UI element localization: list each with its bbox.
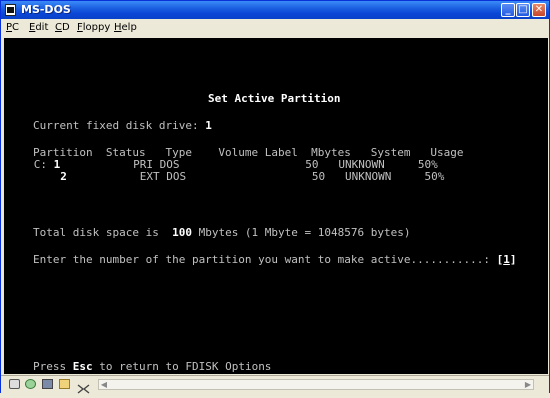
maximize-button[interactable]: □ xyxy=(516,3,530,17)
current-drive-line: Current fixed disk drive: 1 xyxy=(33,120,212,132)
total-space-value: 100 xyxy=(172,226,192,239)
partition-prompt: Enter the number of the partition you wa… xyxy=(33,253,497,266)
app-window: MS-DOS _ □ ✕ PC Edit CD Floppy Help Set … xyxy=(0,0,550,394)
footer-suffix: to return to FDISK Options xyxy=(92,360,272,373)
total-prefix: Total disk space is xyxy=(33,226,173,239)
menu-cd[interactable]: CD xyxy=(55,22,70,33)
floppy-icon[interactable] xyxy=(42,379,53,389)
current-drive-label: Current fixed disk drive: xyxy=(33,119,199,132)
menu-pc[interactable]: PC xyxy=(6,22,19,33)
minimize-button[interactable]: _ xyxy=(501,3,515,17)
msdos-app-icon[interactable] xyxy=(5,4,16,16)
total-suffix: Mbytes (1 Mbyte = 1048576 bytes) xyxy=(191,226,411,239)
scroll-left-arrow[interactable]: ◀ xyxy=(99,380,109,389)
horizontal-scrollbar[interactable]: ◀ ▶ xyxy=(98,379,534,390)
scroll-right-arrow[interactable]: ▶ xyxy=(523,380,533,389)
screen-heading: Set Active Partition xyxy=(208,92,341,105)
partition-number: 2 xyxy=(60,170,67,183)
settings-icon[interactable] xyxy=(77,379,90,394)
current-drive-value: 1 xyxy=(205,119,212,132)
esc-key-label: Esc xyxy=(72,360,93,373)
input-close-bracket: ] xyxy=(509,253,517,266)
footer-hint: Press Esc to return to FDISK Options xyxy=(33,361,271,373)
close-button[interactable]: ✕ xyxy=(532,3,546,17)
partition-prompt-line: Enter the number of the partition you wa… xyxy=(33,254,516,266)
total-disk-space-line: Total disk space is 100 Mbytes (1 Mbyte … xyxy=(33,227,411,239)
folder-icon[interactable] xyxy=(59,379,70,389)
menu-help[interactable]: Help xyxy=(114,22,137,33)
title-bar[interactable]: MS-DOS _ □ ✕ xyxy=(1,1,549,19)
partition-input[interactable]: 1 xyxy=(503,253,510,266)
partition-drive-letter: C: xyxy=(33,158,47,171)
cd-icon[interactable] xyxy=(25,379,36,389)
partition-details: EXT DOS 50 UNKNOWN 50% xyxy=(66,170,445,183)
menu-bar: PC Edit CD Floppy Help xyxy=(1,20,549,36)
dos-console[interactable]: Set Active Partition Current fixed disk … xyxy=(4,38,548,374)
menu-edit[interactable]: Edit xyxy=(29,22,48,33)
drive-a-icon[interactable] xyxy=(9,379,20,389)
footer-prefix: Press xyxy=(33,360,73,373)
window-title: MS-DOS xyxy=(21,3,71,16)
status-bar: ◀ ▶ xyxy=(1,375,549,394)
menu-floppy[interactable]: Floppy xyxy=(77,22,110,33)
partition-row: 2 EXT DOS 50 UNKNOWN 50% xyxy=(33,171,444,183)
